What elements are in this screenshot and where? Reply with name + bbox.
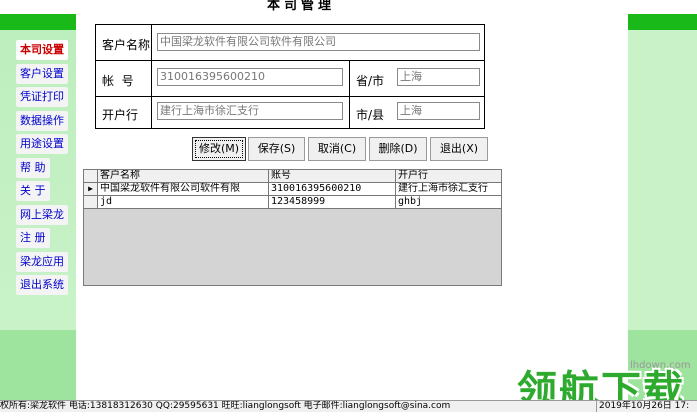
form-row-account: 帐 号 310016395600210 省/市 上海 xyxy=(96,61,484,97)
province-field[interactable]: 上海 xyxy=(397,68,480,86)
sidebar-item-usage-settings[interactable]: 用途设置 xyxy=(0,134,76,158)
sidebar-item-voucher-print[interactable]: 凭证打印 xyxy=(0,87,76,111)
sidebar: 本司设置 客户设置 凭证打印 数据操作 用途设置 帮 助 关 于 网上梁龙 注 … xyxy=(0,40,76,299)
grid-cell[interactable]: ghbj xyxy=(396,196,501,209)
sidebar-item-customer-settings[interactable]: 客户设置 xyxy=(0,63,76,88)
city-label: 市/县 xyxy=(356,108,385,122)
form-divider xyxy=(151,25,152,60)
grid-indicator-header xyxy=(84,170,98,183)
customer-name-label: 客户名称 xyxy=(102,38,151,52)
account-field[interactable]: 310016395600210 xyxy=(157,68,343,86)
form-divider xyxy=(349,97,350,129)
grid-col-bank[interactable]: 开户行 xyxy=(396,170,501,183)
sidebar-item-data-operation[interactable]: 数据操作 xyxy=(0,110,76,135)
save-button[interactable]: 保存(S) xyxy=(248,137,305,161)
exit-button[interactable]: 退出(X) xyxy=(430,137,488,161)
form-row-bank: 开户行 建行上海市徐汇支行 市/县 上海 xyxy=(96,97,484,129)
bank-field[interactable]: 建行上海市徐汇支行 xyxy=(157,102,343,120)
form-divider xyxy=(151,61,152,96)
cancel-button[interactable]: 取消(C) xyxy=(308,137,366,161)
account-label: 帐 号 xyxy=(102,74,134,88)
grid-header: 客户名称 账号 开户行 xyxy=(84,170,501,183)
sidebar-item-exit-system[interactable]: 退出系统 xyxy=(0,275,76,299)
sidebar-item-applications[interactable]: 梁龙应用 xyxy=(0,251,76,276)
right-background xyxy=(628,0,697,400)
sidebar-item-help[interactable]: 帮 助 xyxy=(0,157,76,182)
table-row[interactable]: ▶ 中国梁龙软件有限公司软件有限 310016395600210 建行上海市徐汇… xyxy=(84,183,501,196)
grid-cell[interactable]: jd xyxy=(98,196,269,209)
customer-name-field[interactable]: 中国梁龙软件有限公司软件有限公司 xyxy=(157,33,480,51)
status-datetime: 2019年10月26日 17: xyxy=(596,401,689,412)
company-form: 客户名称 中国梁龙软件有限公司软件有限公司 帐 号 31001639560021… xyxy=(95,24,485,129)
edit-button[interactable]: 修改(M) xyxy=(192,137,246,161)
grid-cell[interactable]: 123458999 xyxy=(269,196,396,209)
sidebar-item-company-settings[interactable]: 本司设置 xyxy=(0,40,76,64)
grid-col-account[interactable]: 账号 xyxy=(269,170,396,183)
grid-cell[interactable]: 310016395600210 xyxy=(269,183,396,196)
company-grid[interactable]: 客户名称 账号 开户行 ▶ 中国梁龙软件有限公司软件有限 31001639560… xyxy=(83,169,502,286)
sidebar-item-about[interactable]: 关 于 xyxy=(0,181,76,205)
main-panel: 本司管理 客户名称 中国梁龙软件有限公司软件有限公司 帐 号 310016395… xyxy=(76,0,628,362)
form-row-customer-name: 客户名称 中国梁龙软件有限公司软件有限公司 xyxy=(96,25,484,61)
grid-cell[interactable]: 建行上海市徐汇支行 xyxy=(396,183,501,196)
province-label: 省/市 xyxy=(356,74,385,88)
sidebar-item-register[interactable]: 注 册 xyxy=(0,228,76,252)
status-contact-info: 权所有:梁龙软件 电话:13818312630 QQ:29595631 旺旺:l… xyxy=(0,401,451,411)
row-indicator xyxy=(84,196,98,209)
form-divider xyxy=(349,61,350,96)
form-divider xyxy=(151,97,152,129)
city-field[interactable]: 上海 xyxy=(397,102,480,120)
grid-col-customer-name[interactable]: 客户名称 xyxy=(98,170,269,183)
bank-label: 开户行 xyxy=(102,108,139,122)
status-bar: 权所有:梁龙软件 电话:13818312630 QQ:29595631 旺旺:l… xyxy=(0,400,697,412)
grid-cell[interactable]: 中国梁龙软件有限公司软件有限 xyxy=(98,183,269,196)
page-title: 本司管理 xyxy=(266,0,335,13)
delete-button[interactable]: 删除(D) xyxy=(369,137,427,161)
table-row[interactable]: jd 123458999 ghbj xyxy=(84,196,501,209)
sidebar-item-online[interactable]: 网上梁龙 xyxy=(0,204,76,229)
current-row-indicator-icon: ▶ xyxy=(84,183,98,196)
